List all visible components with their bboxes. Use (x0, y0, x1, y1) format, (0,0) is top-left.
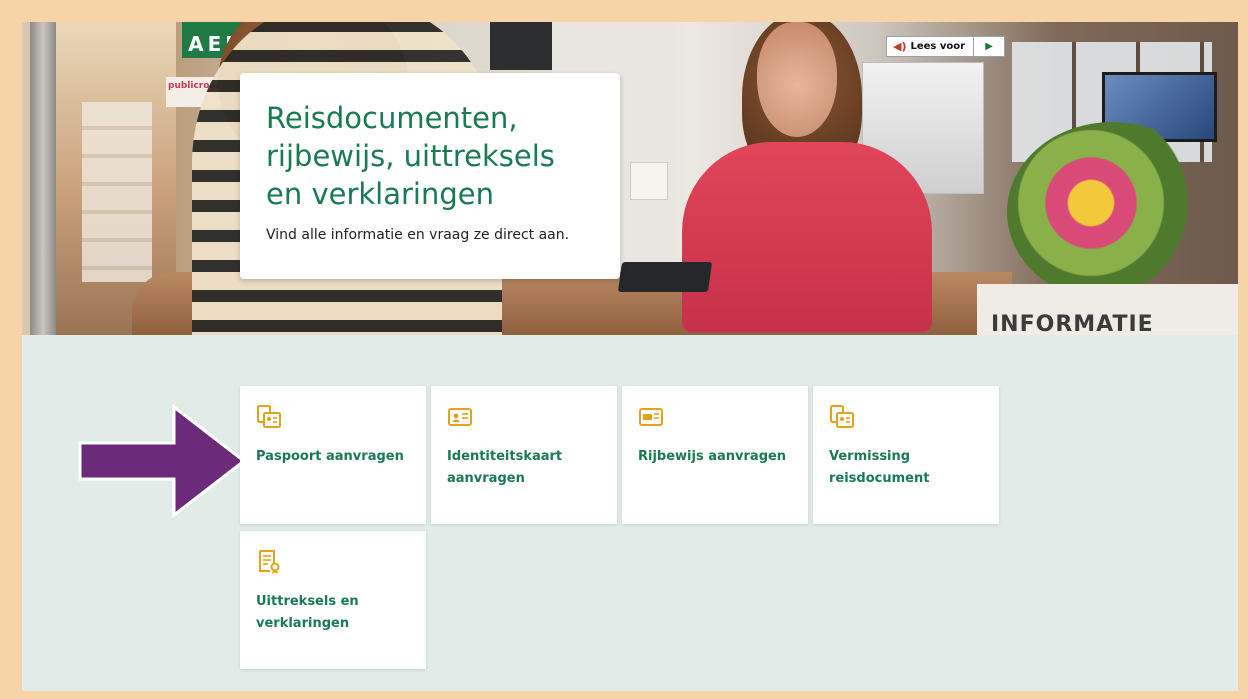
drivers-license-icon (639, 408, 663, 426)
certificate-icon (259, 550, 280, 574)
counter-sign: INFORMATIE (977, 284, 1238, 335)
tile-label: Uittreksels en verklaringen (256, 594, 359, 631)
tile-label: Rijbewijs aanvragen (638, 449, 787, 464)
tile-label: Paspoort aanvragen (256, 449, 404, 464)
lost-document-icon (830, 405, 854, 428)
play-button[interactable]: ▶ (974, 37, 1004, 56)
read-aloud-label: Lees voor (910, 41, 966, 52)
passport-icon (257, 405, 281, 428)
tile-uittreksels-en-verklaringen[interactable]: Uittreksels en verklaringen (240, 531, 426, 669)
tile-vermissing-reisdocument[interactable]: Vermissing reisdocument (813, 386, 999, 524)
page-frame: AED publicroam INFORMATIE ◀) Lees voor ▶ (22, 22, 1238, 691)
tile-label: Vermissing reisdocument (829, 449, 930, 486)
tile-rijbewijs-aanvragen[interactable]: Rijbewijs aanvragen (622, 386, 808, 524)
play-icon: ▶ (985, 41, 993, 52)
intro-card: Reisdocumenten, rijbewijs, uittreksels e… (240, 73, 620, 279)
arrow-annotation-icon (78, 403, 247, 519)
hero-photo-employee (682, 142, 932, 332)
hero-photo-flowers (1007, 122, 1217, 302)
id-card-icon (448, 408, 472, 426)
page-title: Reisdocumenten, rijbewijs, uittreksels e… (266, 101, 555, 211)
tile-identiteitskaart-aanvragen[interactable]: Identiteitskaart aanvragen (431, 386, 617, 524)
page-subtitle: Vind alle informatie en vraag ze direct … (266, 227, 570, 243)
read-aloud-widget: ◀) Lees voor ▶ (886, 36, 1006, 57)
read-aloud-button[interactable]: ◀) Lees voor (887, 37, 975, 56)
hero-banner: AED publicroam INFORMATIE ◀) Lees voor ▶ (22, 22, 1238, 335)
tile-label: Identiteitskaart aanvragen (447, 449, 563, 486)
speaker-icon: ◀) (893, 40, 907, 53)
tile-paspoort-aanvragen[interactable]: Paspoort aanvragen (240, 386, 426, 524)
